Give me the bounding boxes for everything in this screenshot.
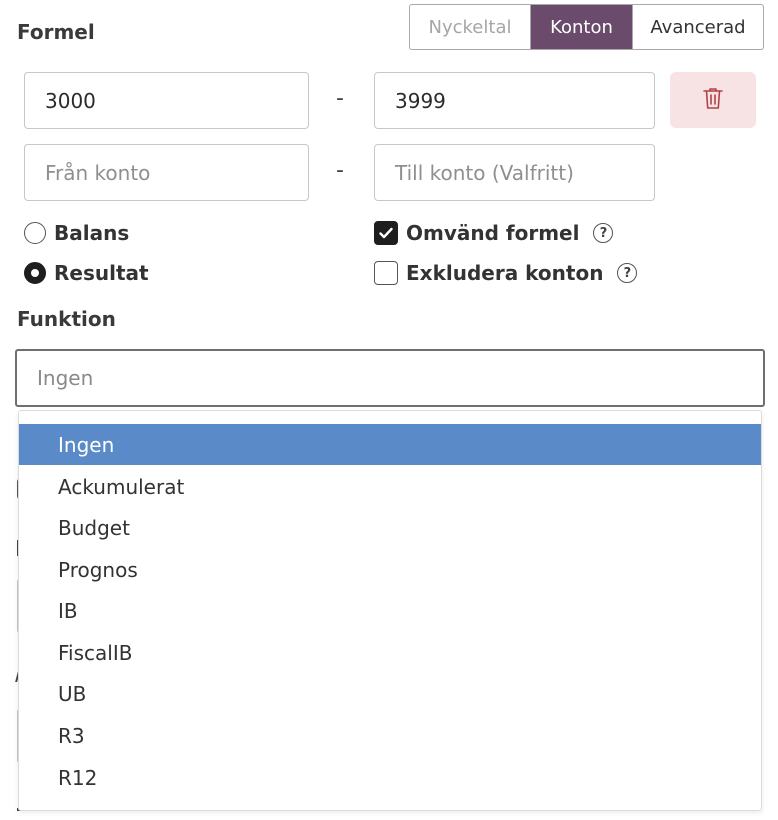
from-account-input[interactable]: 3000 xyxy=(24,72,309,129)
formula-title: Formel xyxy=(17,20,95,44)
radio-balans-control[interactable] xyxy=(24,222,46,244)
checkbox-exkludera-konton[interactable]: Exkludera konton ? xyxy=(374,261,638,285)
tab-konton[interactable]: Konton xyxy=(531,5,633,49)
function-select-value: Ingen xyxy=(37,366,94,390)
function-select[interactable]: Ingen xyxy=(15,349,765,407)
tab-avancerad[interactable]: Avancerad xyxy=(633,5,763,49)
function-dropdown-menu: Ingen Ackumulerat Budget Prognos IB Fisc… xyxy=(18,410,762,811)
checkbox-omvand-formel[interactable]: Omvänd formel ? xyxy=(374,221,614,245)
radio-resultat-label: Resultat xyxy=(54,261,149,285)
to-account-value: 3999 xyxy=(395,88,446,113)
option-ackumulerat[interactable]: Ackumulerat xyxy=(19,466,761,507)
option-prognos[interactable]: Prognos xyxy=(19,549,761,590)
omvand-formel-checkbox[interactable] xyxy=(374,221,398,245)
from-account-value: 3000 xyxy=(45,88,96,113)
exkludera-konton-checkbox[interactable] xyxy=(374,261,398,285)
help-icon[interactable]: ? xyxy=(617,263,638,283)
trash-icon xyxy=(702,86,724,114)
option-budget[interactable]: Budget xyxy=(19,507,761,548)
checkmark-icon xyxy=(379,227,393,239)
option-fiscalib[interactable]: FiscalIB xyxy=(19,632,761,673)
tab-nyckeltal[interactable]: Nyckeltal xyxy=(410,5,531,49)
omvand-formel-label: Omvänd formel xyxy=(406,221,580,245)
exkludera-konton-label: Exkludera konton xyxy=(406,261,604,285)
range-separator-2: - xyxy=(336,158,344,183)
option-r3[interactable]: R3 xyxy=(19,715,761,756)
option-ub[interactable]: UB xyxy=(19,673,761,714)
formula-mode-tabs: Nyckeltal Konton Avancerad xyxy=(409,4,764,50)
from-account-placeholder: Från konto xyxy=(45,160,151,185)
from-account-input-2[interactable]: Från konto xyxy=(24,144,309,201)
delete-row-button[interactable] xyxy=(670,72,756,128)
radio-balans-label: Balans xyxy=(54,221,130,245)
function-title: Funktion xyxy=(17,307,116,331)
range-separator: - xyxy=(336,86,344,111)
help-icon[interactable]: ? xyxy=(593,223,614,243)
option-r12[interactable]: R12 xyxy=(19,757,761,798)
to-account-placeholder: Till konto (Valfritt) xyxy=(395,160,574,185)
radio-resultat[interactable]: Resultat xyxy=(24,261,149,285)
to-account-input[interactable]: 3999 xyxy=(374,72,655,129)
radio-balans[interactable]: Balans xyxy=(24,221,129,245)
option-ingen[interactable]: Ingen xyxy=(19,424,761,465)
radio-resultat-control[interactable] xyxy=(24,262,46,284)
option-ib[interactable]: IB xyxy=(19,590,761,631)
to-account-input-2[interactable]: Till konto (Valfritt) xyxy=(374,144,655,201)
